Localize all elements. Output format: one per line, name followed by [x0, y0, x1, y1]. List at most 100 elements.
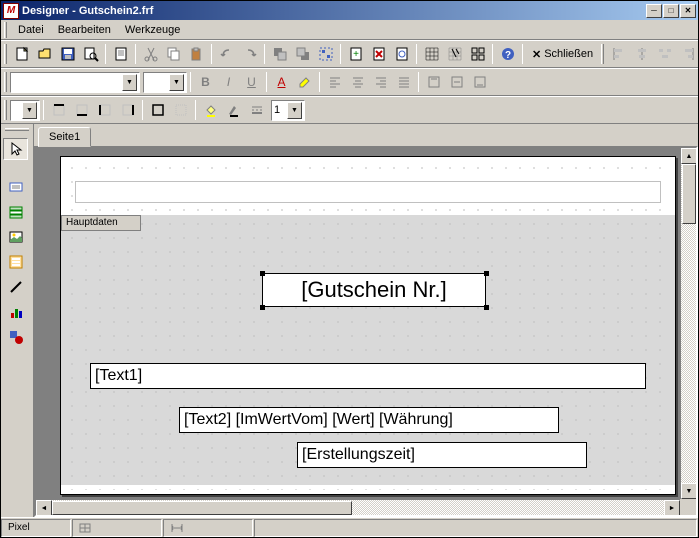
field-erstellungszeit[interactable]: [Erstellungszeit] — [297, 442, 587, 468]
heading-combo[interactable]: ▼ — [10, 100, 40, 121]
grid-button[interactable] — [420, 43, 443, 65]
toolbar-grip[interactable] — [4, 44, 7, 64]
valign-top-button[interactable] — [422, 71, 445, 93]
close-button[interactable]: ✕ — [680, 4, 696, 18]
palette-grip[interactable] — [5, 128, 29, 131]
chevron-down-icon: ▼ — [122, 74, 137, 91]
toolbar-grip-2[interactable] — [601, 44, 604, 64]
cut-button[interactable] — [139, 43, 162, 65]
menubar-grip[interactable] — [4, 22, 7, 38]
insert-chart-tool[interactable] — [3, 301, 28, 323]
snap-grid-button[interactable] — [443, 43, 466, 65]
close-designer-button[interactable]: ✕ Schließen — [526, 43, 599, 65]
page-setup-button[interactable] — [109, 43, 132, 65]
band-tool[interactable] — [3, 201, 28, 223]
scroll-up-button[interactable]: ▲ — [681, 148, 697, 164]
vscroll-thumb[interactable] — [682, 164, 696, 224]
maximize-button[interactable]: □ — [663, 4, 679, 18]
italic-button[interactable]: I — [217, 71, 240, 93]
tab-page1[interactable]: Seite1 — [38, 127, 91, 147]
align-justify-button[interactable] — [392, 71, 415, 93]
draw-line-tool[interactable] — [3, 276, 28, 298]
align-left-button[interactable] — [323, 71, 346, 93]
undo-button[interactable] — [215, 43, 238, 65]
field-line2[interactable]: [Text2] [ImWertVom] [Wert] [Währung] — [179, 407, 559, 433]
header-band[interactable] — [75, 181, 661, 203]
frame-top-button[interactable] — [47, 99, 70, 121]
save-button[interactable] — [56, 43, 79, 65]
scroll-left-button[interactable]: ◄ — [36, 500, 52, 516]
paste-button[interactable] — [185, 43, 208, 65]
svg-text:?: ? — [504, 50, 510, 61]
frame-color-button[interactable] — [222, 99, 245, 121]
redo-button[interactable] — [238, 43, 261, 65]
selection-handle[interactable] — [260, 271, 265, 276]
pointer-tool[interactable] — [3, 138, 28, 160]
window-title: Designer - Gutschein2.frf — [22, 5, 646, 17]
design-canvas[interactable]: Hauptdaten [Gutschein Nr.] [Text1] [Text… — [34, 146, 698, 517]
delete-page-button[interactable] — [367, 43, 390, 65]
bold-button[interactable]: B — [194, 71, 217, 93]
align-between-h-button[interactable] — [653, 43, 676, 65]
hscroll-thumb[interactable] — [52, 501, 352, 515]
align-right-button[interactable] — [369, 71, 392, 93]
selection-handle[interactable] — [484, 305, 489, 310]
toolbar-grip-4[interactable] — [4, 100, 7, 120]
field-text1[interactable]: [Text1] — [90, 363, 646, 389]
align-center-h-button[interactable] — [630, 43, 653, 65]
underline-button[interactable]: U — [240, 71, 263, 93]
send-back-button[interactable] — [291, 43, 314, 65]
page-tabs: Seite1 — [34, 124, 698, 146]
align-right-edge-button[interactable] — [676, 43, 699, 65]
report-page[interactable]: Hauptdaten [Gutschein Nr.] [Text1] [Text… — [60, 156, 676, 495]
new-page-button[interactable]: + — [344, 43, 367, 65]
picture-tool[interactable] — [3, 226, 28, 248]
frame-width-combo[interactable]: 1▼ — [271, 100, 305, 121]
scroll-down-button[interactable]: ▼ — [681, 483, 697, 499]
page-options-button[interactable] — [390, 43, 413, 65]
select-all-button[interactable] — [314, 43, 337, 65]
frame-bottom-button[interactable] — [70, 99, 93, 121]
fit-grid-button[interactable] — [466, 43, 489, 65]
frame-right-button[interactable] — [116, 99, 139, 121]
insert-shape-tool[interactable] — [3, 326, 28, 348]
new-button[interactable] — [10, 43, 33, 65]
frame-style-button[interactable] — [245, 99, 268, 121]
subreport-tool[interactable] — [3, 251, 28, 273]
rect-tool[interactable] — [3, 176, 28, 198]
font-color-button[interactable]: A — [270, 71, 293, 93]
field-gutschein-nr[interactable]: [Gutschein Nr.] — [262, 273, 486, 307]
app-icon: M — [3, 3, 19, 19]
frame-none-button[interactable] — [169, 99, 192, 121]
chevron-down-icon: ▼ — [287, 102, 302, 119]
vertical-scrollbar[interactable]: ▲ ▼ — [680, 148, 696, 499]
chevron-down-icon: ▼ — [22, 102, 37, 119]
frame-left-button[interactable] — [93, 99, 116, 121]
align-center-button[interactable] — [346, 71, 369, 93]
minimize-button[interactable]: ─ — [646, 4, 662, 18]
font-size-combo[interactable]: ▼ — [143, 72, 187, 93]
bring-front-button[interactable] — [268, 43, 291, 65]
highlight-button[interactable] — [293, 71, 316, 93]
main-toolbar: + ? ✕ Schließen — [1, 40, 698, 68]
help-button[interactable]: ? — [496, 43, 519, 65]
frame-width-value: 1 — [274, 104, 285, 116]
hauptdaten-band-label[interactable]: Hauptdaten — [61, 215, 141, 231]
valign-bottom-button[interactable] — [468, 71, 491, 93]
selection-handle[interactable] — [484, 271, 489, 276]
menu-tools[interactable]: Werkzeuge — [118, 22, 187, 38]
fill-color-button[interactable] — [199, 99, 222, 121]
frame-all-button[interactable] — [146, 99, 169, 121]
toolbar-grip-3[interactable] — [4, 72, 7, 92]
valign-middle-button[interactable] — [445, 71, 468, 93]
open-button[interactable] — [33, 43, 56, 65]
scroll-right-button[interactable]: ► — [664, 500, 680, 516]
menu-file[interactable]: Datei — [11, 22, 51, 38]
align-left-edge-button[interactable] — [607, 43, 630, 65]
preview-button[interactable] — [79, 43, 102, 65]
copy-button[interactable] — [162, 43, 185, 65]
selection-handle[interactable] — [260, 305, 265, 310]
menu-edit[interactable]: Bearbeiten — [51, 22, 118, 38]
font-name-combo[interactable]: ▼ — [10, 72, 140, 93]
horizontal-scrollbar[interactable]: ◄ ► — [36, 499, 680, 515]
